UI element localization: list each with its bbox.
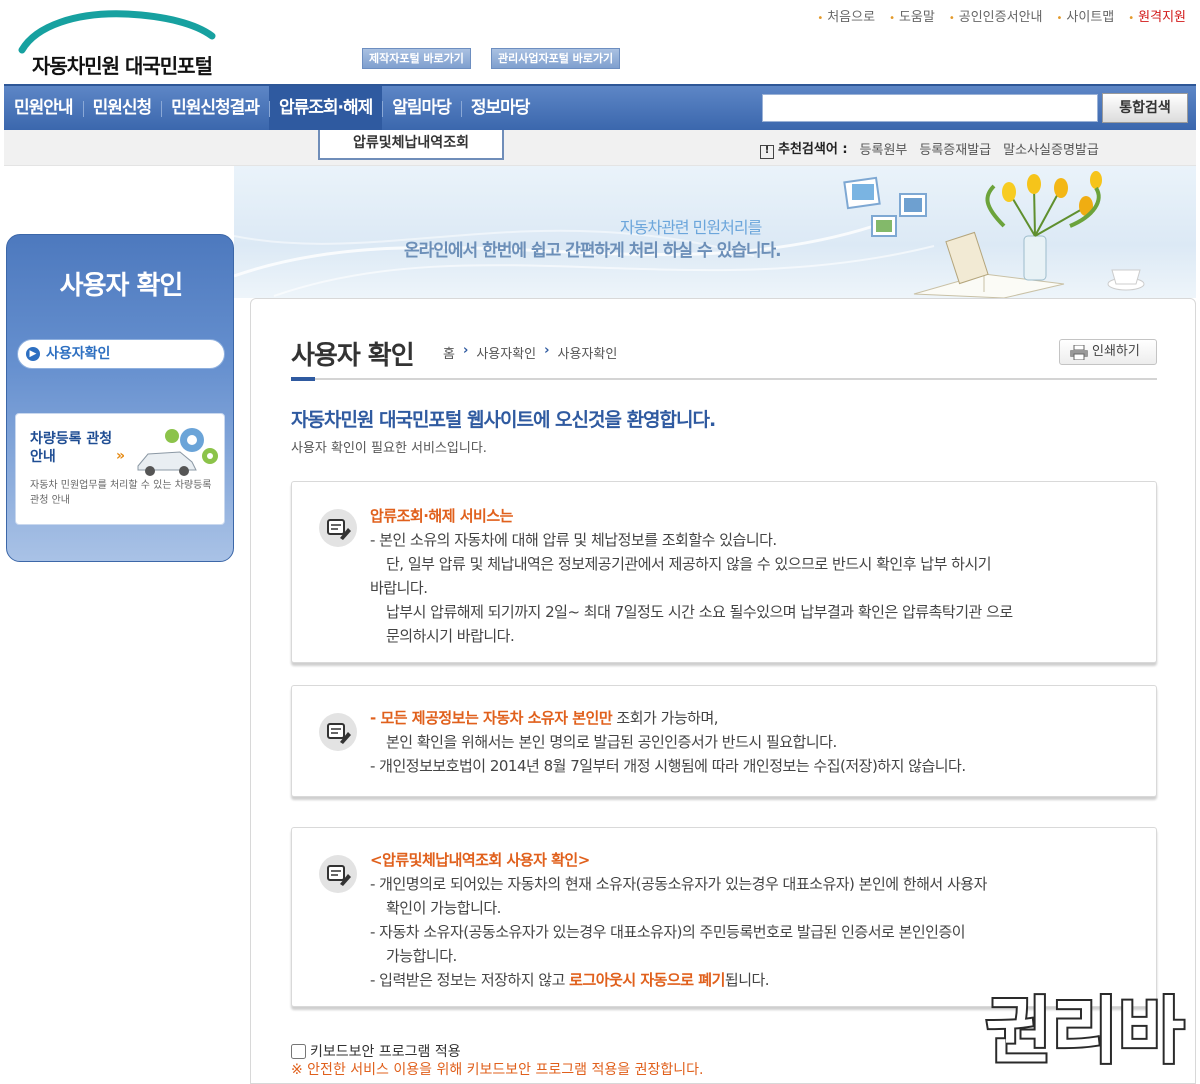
- nav-item-result[interactable]: 민원신청결과: [161, 86, 269, 130]
- box2-line-rest: 조회가 가능하며,: [612, 709, 719, 727]
- nav-item-guide[interactable]: 민원안내: [4, 86, 83, 130]
- utility-links: 처음으로 도움말 공인인증서안내 사이트맵 원격지원: [817, 6, 1186, 25]
- memo-pencil-icon: [319, 509, 357, 547]
- main-navigation: 민원안내 민원신청 민원신청결과 압류조회·해제 알림마당 정보마당 통합검색: [4, 84, 1196, 130]
- watermark-text: 권리바: [986, 989, 1185, 1068]
- maker-portal-button[interactable]: 제작자포털 바로가기: [362, 48, 471, 69]
- keyboard-security-label: 키보드보안 프로그램 적용: [310, 1044, 461, 1060]
- printer-icon: [1070, 345, 1088, 360]
- vehicle-office-promo[interactable]: 차량등록 관청 안내 » 자동차 민원업무를 처리할 수 있는 차량등록관청 안…: [15, 413, 225, 525]
- sidebar-item-user-verify[interactable]: ▶ 사용자확인: [17, 339, 225, 369]
- recommended-keywords: 추천검색어 : 등록원부 등록증재발급 말소사실증명발급: [760, 138, 1099, 159]
- title-divider-accent: [291, 377, 315, 381]
- double-arrow-icon: »: [116, 448, 126, 464]
- breadcrumb: 홈 › 사용자확인 › 사용자확인: [443, 343, 617, 362]
- submenu-seizure-inquiry[interactable]: 압류및체납내역조회: [318, 130, 504, 160]
- arrow-circle-icon: ▶: [26, 347, 40, 361]
- recommend-label: 추천검색어 :: [760, 138, 848, 159]
- nav-item-apply[interactable]: 민원신청: [82, 86, 162, 130]
- user-verify-info-box: <압류및체납내역조회 사용자 확인> - 개인명의로 되어있는 자동차의 현재 …: [291, 827, 1157, 1007]
- owner-only-info-box: - 모든 제공정보는 자동차 소유자 본인만 조회가 가능하며, 본인 확인을 …: [291, 685, 1157, 797]
- box1-line: 단, 일부 압류 및 체납내역은 정보제공기관에서 제공하지 않을 수 있으므로…: [386, 555, 992, 573]
- main-content: 사용자 확인 홈 › 사용자확인 › 사용자확인 인쇄하기 자동차민원 대국민포…: [250, 298, 1196, 1084]
- box3-line: - 개인명의로 되어있는 자동차의 현재 소유자(공동소유자가 있는경우 대표소…: [370, 875, 987, 893]
- recommend-link[interactable]: 말소사실증명발급: [1003, 139, 1099, 158]
- book-flower-icon: [843, 171, 1145, 298]
- search-button[interactable]: 통합검색: [1102, 93, 1188, 123]
- box3-line: - 자동차 소유자(공동소유자가 있는경우 대표소유자)의 주민등록번호로 발급…: [370, 923, 966, 941]
- memo-pencil-icon: [319, 713, 357, 751]
- promo-title: 차량등록 관청 안내: [30, 431, 113, 465]
- business-portal-button[interactable]: 관리사업자포털 바로가기: [491, 48, 621, 69]
- portal-logo[interactable]: 자동차민원 대국민포털: [16, 6, 256, 78]
- print-label: 인쇄하기: [1092, 344, 1140, 359]
- box1-line: 납부시 압류해제 되기까지 2일~ 최대 7일정도 시간 소요 될수있으며 납부…: [386, 603, 1013, 621]
- sidebar-item-label: 사용자확인: [46, 346, 111, 362]
- remote-support-link[interactable]: 원격지원: [1128, 6, 1186, 25]
- watermark: 권리바: [984, 988, 1187, 1068]
- nav-item-notice[interactable]: 알림마당: [382, 86, 461, 130]
- nav-item-info[interactable]: 정보마당: [460, 86, 540, 130]
- print-button[interactable]: 인쇄하기: [1059, 339, 1157, 365]
- box1-line: 바랍니다.: [370, 579, 428, 597]
- box1-line: 문의하시기 바랍니다.: [386, 627, 515, 645]
- box3-highlight: 로그아웃시 자동으로 폐기: [569, 971, 725, 989]
- keyboard-security-option[interactable]: 키보드보안 프로그램 적용: [291, 1041, 461, 1061]
- chevron-right-icon: ›: [544, 343, 550, 358]
- sidebar-title: 사용자 확인: [59, 271, 184, 301]
- seizure-service-info-box: 압류조회·해제 서비스는 - 본인 소유의 자동차에 대해 압류 및 체납정보를…: [291, 481, 1157, 663]
- recommend-link[interactable]: 등록원부: [860, 139, 908, 158]
- car-logo-icon: [18, 10, 216, 54]
- box3-line: 확인이 가능합니다.: [386, 899, 501, 917]
- breadcrumb-home[interactable]: 홈: [443, 343, 455, 362]
- box3-line5-post: 됩니다.: [724, 971, 770, 989]
- promo-description: 자동차 민원업무를 처리할 수 있는 차량등록관청 안내: [30, 480, 212, 506]
- car-gear-icon: [137, 428, 218, 476]
- box2-line: - 개인정보보호법이 2014년 8월 7일부터 개정 시행됨에 따라 개인정보…: [370, 757, 966, 775]
- welcome-subtext: 사용자 확인이 필요한 서비스입니다.: [291, 441, 487, 456]
- search-input[interactable]: [762, 94, 1098, 122]
- main-banner: 자동차관련 민원처리를 온라인에서 한번에 쉽고 간편하게 처리 하실 수 있습…: [234, 166, 1196, 298]
- box1-line: - 본인 소유의 자동차에 대해 압류 및 체납정보를 조회할수 있습니다.: [370, 531, 777, 549]
- breadcrumb-item[interactable]: 사용자확인: [476, 343, 536, 362]
- banner-text-2: 온라인에서 한번에 쉽고 간편하게 처리 하실 수 있습니다.: [404, 241, 782, 261]
- help-link[interactable]: 도움말: [889, 6, 935, 25]
- home-link[interactable]: 처음으로: [817, 6, 875, 25]
- keyboard-security-checkbox[interactable]: [291, 1043, 306, 1059]
- keyboard-security-note: ※ 안전한 서비스 이용을 위해 키보드보안 프로그램 적용을 권장합니다.: [291, 1062, 704, 1078]
- sitemap-link[interactable]: 사이트맵: [1057, 6, 1114, 25]
- memo-pencil-icon: [319, 855, 357, 893]
- box3-line: 가능합니다.: [386, 947, 457, 965]
- box3-line5-pre: - 입력받은 정보는 저장하지 않고: [370, 971, 570, 989]
- page-title: 사용자 확인: [291, 341, 415, 371]
- recommend-link[interactable]: 등록증재발급: [919, 139, 991, 158]
- box3-heading: <압류및체납내역조회 사용자 확인>: [370, 851, 590, 869]
- chevron-right-icon: ›: [462, 343, 469, 358]
- title-divider: [291, 378, 1157, 380]
- welcome-heading: 자동차민원 대국민포털 웹사이트에 오신것을 환영합니다.: [291, 409, 716, 431]
- left-sidebar: 사용자 확인 ▶ 사용자확인 차량등록 관청 안내 » 자동차 민원업무를 처리…: [6, 234, 234, 562]
- breadcrumb-current: 사용자확인: [557, 347, 618, 362]
- box2-line: - 모든 제공정보는 자동차 소유자 본인만 조회가 가능하며,: [370, 706, 1126, 730]
- box2-line: 본인 확인을 위해서는 본인 명의로 발급된 공인인증서가 반드시 필요합니다.: [386, 733, 837, 751]
- box2-highlight: - 모든 제공정보는 자동차 소유자 본인만: [370, 709, 613, 727]
- logo-text: 자동차민원 대국민포털: [32, 54, 213, 78]
- banner-text-1: 자동차관련 민원처리를: [620, 218, 762, 237]
- box1-heading: 압류조회·해제 서비스는: [370, 507, 513, 525]
- certificate-guide-link[interactable]: 공인인증서안내: [949, 6, 1043, 25]
- nav-item-seizure[interactable]: 압류조회·해제: [268, 86, 383, 130]
